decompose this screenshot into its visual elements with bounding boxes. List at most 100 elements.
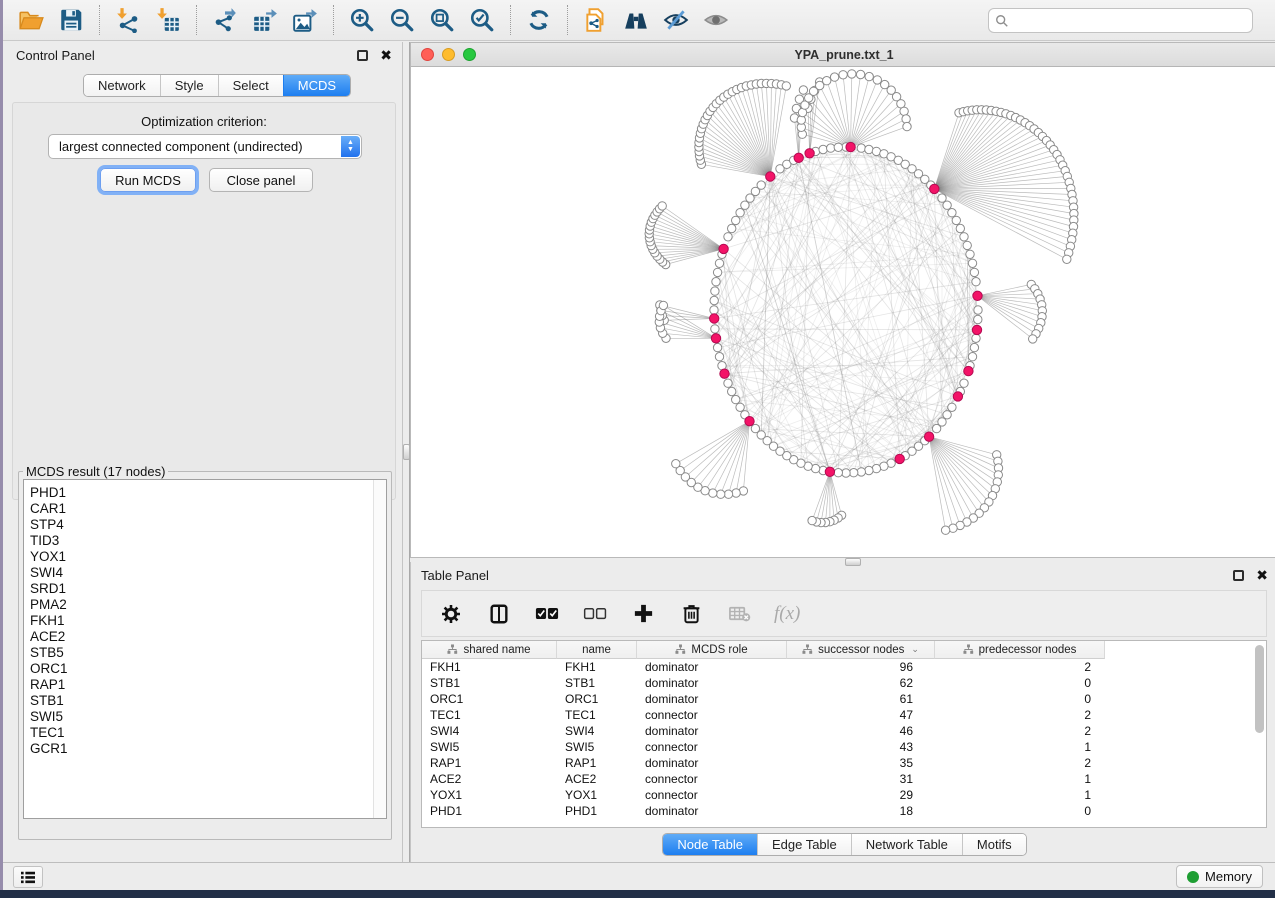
network-node[interactable] — [819, 145, 827, 153]
network-node[interactable] — [857, 468, 865, 476]
network-node[interactable] — [732, 216, 740, 224]
network-node[interactable] — [724, 233, 732, 241]
network-node[interactable] — [842, 469, 850, 477]
tab-node-table[interactable]: Node Table — [663, 834, 757, 855]
mcds-node-item[interactable]: PMA2 — [24, 597, 386, 613]
mcds-node[interactable] — [720, 369, 729, 378]
save-button[interactable] — [51, 4, 91, 36]
tab-edge-table[interactable]: Edge Table — [757, 834, 851, 855]
network-node[interactable] — [943, 201, 951, 209]
network-node[interactable] — [970, 343, 978, 351]
unselect-all-button[interactable] — [582, 601, 608, 627]
column-header-shared-name[interactable]: shared name — [422, 641, 557, 659]
network-node[interactable] — [732, 395, 740, 403]
network-node[interactable] — [658, 202, 666, 210]
network-node[interactable] — [823, 77, 831, 85]
export-image-button[interactable] — [285, 4, 325, 36]
network-node[interactable] — [972, 278, 980, 286]
function-builder-button[interactable]: f(x) — [774, 603, 800, 625]
tab-network[interactable]: Network — [84, 75, 160, 96]
network-node[interactable] — [948, 403, 956, 411]
table-row[interactable]: FKH1FKH1dominator962 — [422, 659, 1266, 675]
network-node[interactable] — [900, 107, 908, 115]
network-node[interactable] — [850, 469, 858, 477]
zoom-in-button[interactable] — [342, 4, 382, 36]
vertical-splitter[interactable] — [403, 42, 410, 862]
network-node[interactable] — [834, 143, 842, 151]
mcds-node[interactable] — [846, 142, 855, 151]
mcds-node-item[interactable]: TEC1 — [24, 725, 386, 741]
mcds-node[interactable] — [953, 392, 962, 401]
mcds-node[interactable] — [973, 291, 982, 300]
network-node[interactable] — [873, 76, 881, 84]
network-node[interactable] — [827, 144, 835, 152]
delete-column-button[interactable] — [678, 601, 704, 627]
mcds-node[interactable] — [924, 432, 933, 441]
mcds-node-item[interactable]: ORC1 — [24, 661, 386, 677]
close-panel-icon[interactable]: ✖ — [380, 50, 392, 61]
select-all-button[interactable] — [534, 601, 560, 627]
show-details-button[interactable] — [696, 4, 736, 36]
mcds-node-item[interactable]: ACE2 — [24, 629, 386, 645]
network-graph[interactable] — [411, 67, 1275, 557]
network-node[interactable] — [782, 82, 790, 90]
tab-mcds[interactable]: MCDS — [283, 75, 350, 96]
mcds-node-item[interactable]: STB1 — [24, 693, 386, 709]
network-node[interactable] — [797, 116, 805, 124]
network-node[interactable] — [932, 424, 940, 432]
zoom-fit-button[interactable] — [422, 4, 462, 36]
column-header-predecessor-nodes[interactable]: predecessor nodes — [935, 641, 1105, 659]
table-scrollbar[interactable] — [1255, 645, 1264, 733]
mcds-node[interactable] — [825, 467, 834, 476]
table-row[interactable]: ORC1ORC1dominator610 — [422, 691, 1266, 707]
table-row[interactable]: PHD1PHD1dominator180 — [422, 803, 1266, 819]
table-row[interactable]: SWI5SWI5connector431 — [422, 739, 1266, 755]
network-node[interactable] — [728, 224, 736, 232]
mcds-node[interactable] — [711, 334, 720, 343]
tab-network-table[interactable]: Network Table — [851, 834, 962, 855]
network-node[interactable] — [728, 387, 736, 395]
close-panel-icon[interactable]: ✖ — [1256, 570, 1268, 581]
network-node[interactable] — [732, 489, 740, 497]
mcds-node[interactable] — [719, 244, 728, 253]
network-node[interactable] — [968, 259, 976, 267]
network-node[interactable] — [710, 306, 718, 314]
search-box[interactable] — [988, 8, 1253, 33]
mcds-result-list[interactable]: PHD1CAR1STP4TID3YOX1SWI4SRD1PMA2FKH1ACE2… — [23, 479, 387, 819]
mcds-node-item[interactable]: SWI4 — [24, 565, 386, 581]
network-node[interactable] — [736, 209, 744, 217]
network-node[interactable] — [659, 301, 667, 309]
show-columns-button[interactable] — [486, 601, 512, 627]
apply-layout-button[interactable] — [519, 4, 559, 36]
mcds-node[interactable] — [766, 172, 775, 181]
mcds-node-item[interactable]: SWI5 — [24, 709, 386, 725]
network-node[interactable] — [956, 224, 964, 232]
network-node[interactable] — [713, 343, 721, 351]
table-row[interactable]: SWI4SWI4dominator462 — [422, 723, 1266, 739]
optimization-criterion-select[interactable]: largest connected component (undirected)… — [48, 134, 362, 159]
network-node[interactable] — [963, 241, 971, 249]
network-node[interactable] — [717, 490, 725, 498]
mcds-node-item[interactable]: STB5 — [24, 645, 386, 661]
tab-style[interactable]: Style — [160, 75, 218, 96]
network-node[interactable] — [856, 70, 864, 78]
delete-table-button[interactable] — [726, 601, 752, 627]
mcds-node-item[interactable]: YOX1 — [24, 549, 386, 565]
network-node[interactable] — [724, 490, 732, 498]
network-node[interactable] — [709, 489, 717, 497]
export-network-button[interactable] — [205, 4, 245, 36]
network-node[interactable] — [903, 122, 911, 130]
network-node[interactable] — [712, 278, 720, 286]
network-node[interactable] — [970, 268, 978, 276]
table-row[interactable]: YOX1YOX1connector291 — [422, 787, 1266, 803]
mcds-node-item[interactable]: SRD1 — [24, 581, 386, 597]
network-node[interactable] — [736, 403, 744, 411]
network-node[interactable] — [715, 259, 723, 267]
mcds-node[interactable] — [710, 314, 719, 323]
zoom-selected-button[interactable] — [462, 4, 502, 36]
network-node[interactable] — [834, 469, 842, 477]
tab-motifs[interactable]: Motifs — [962, 834, 1026, 855]
column-header-mcds-role[interactable]: MCDS role — [637, 641, 787, 659]
create-column-button[interactable] — [630, 601, 656, 627]
export-table-button[interactable] — [245, 4, 285, 36]
